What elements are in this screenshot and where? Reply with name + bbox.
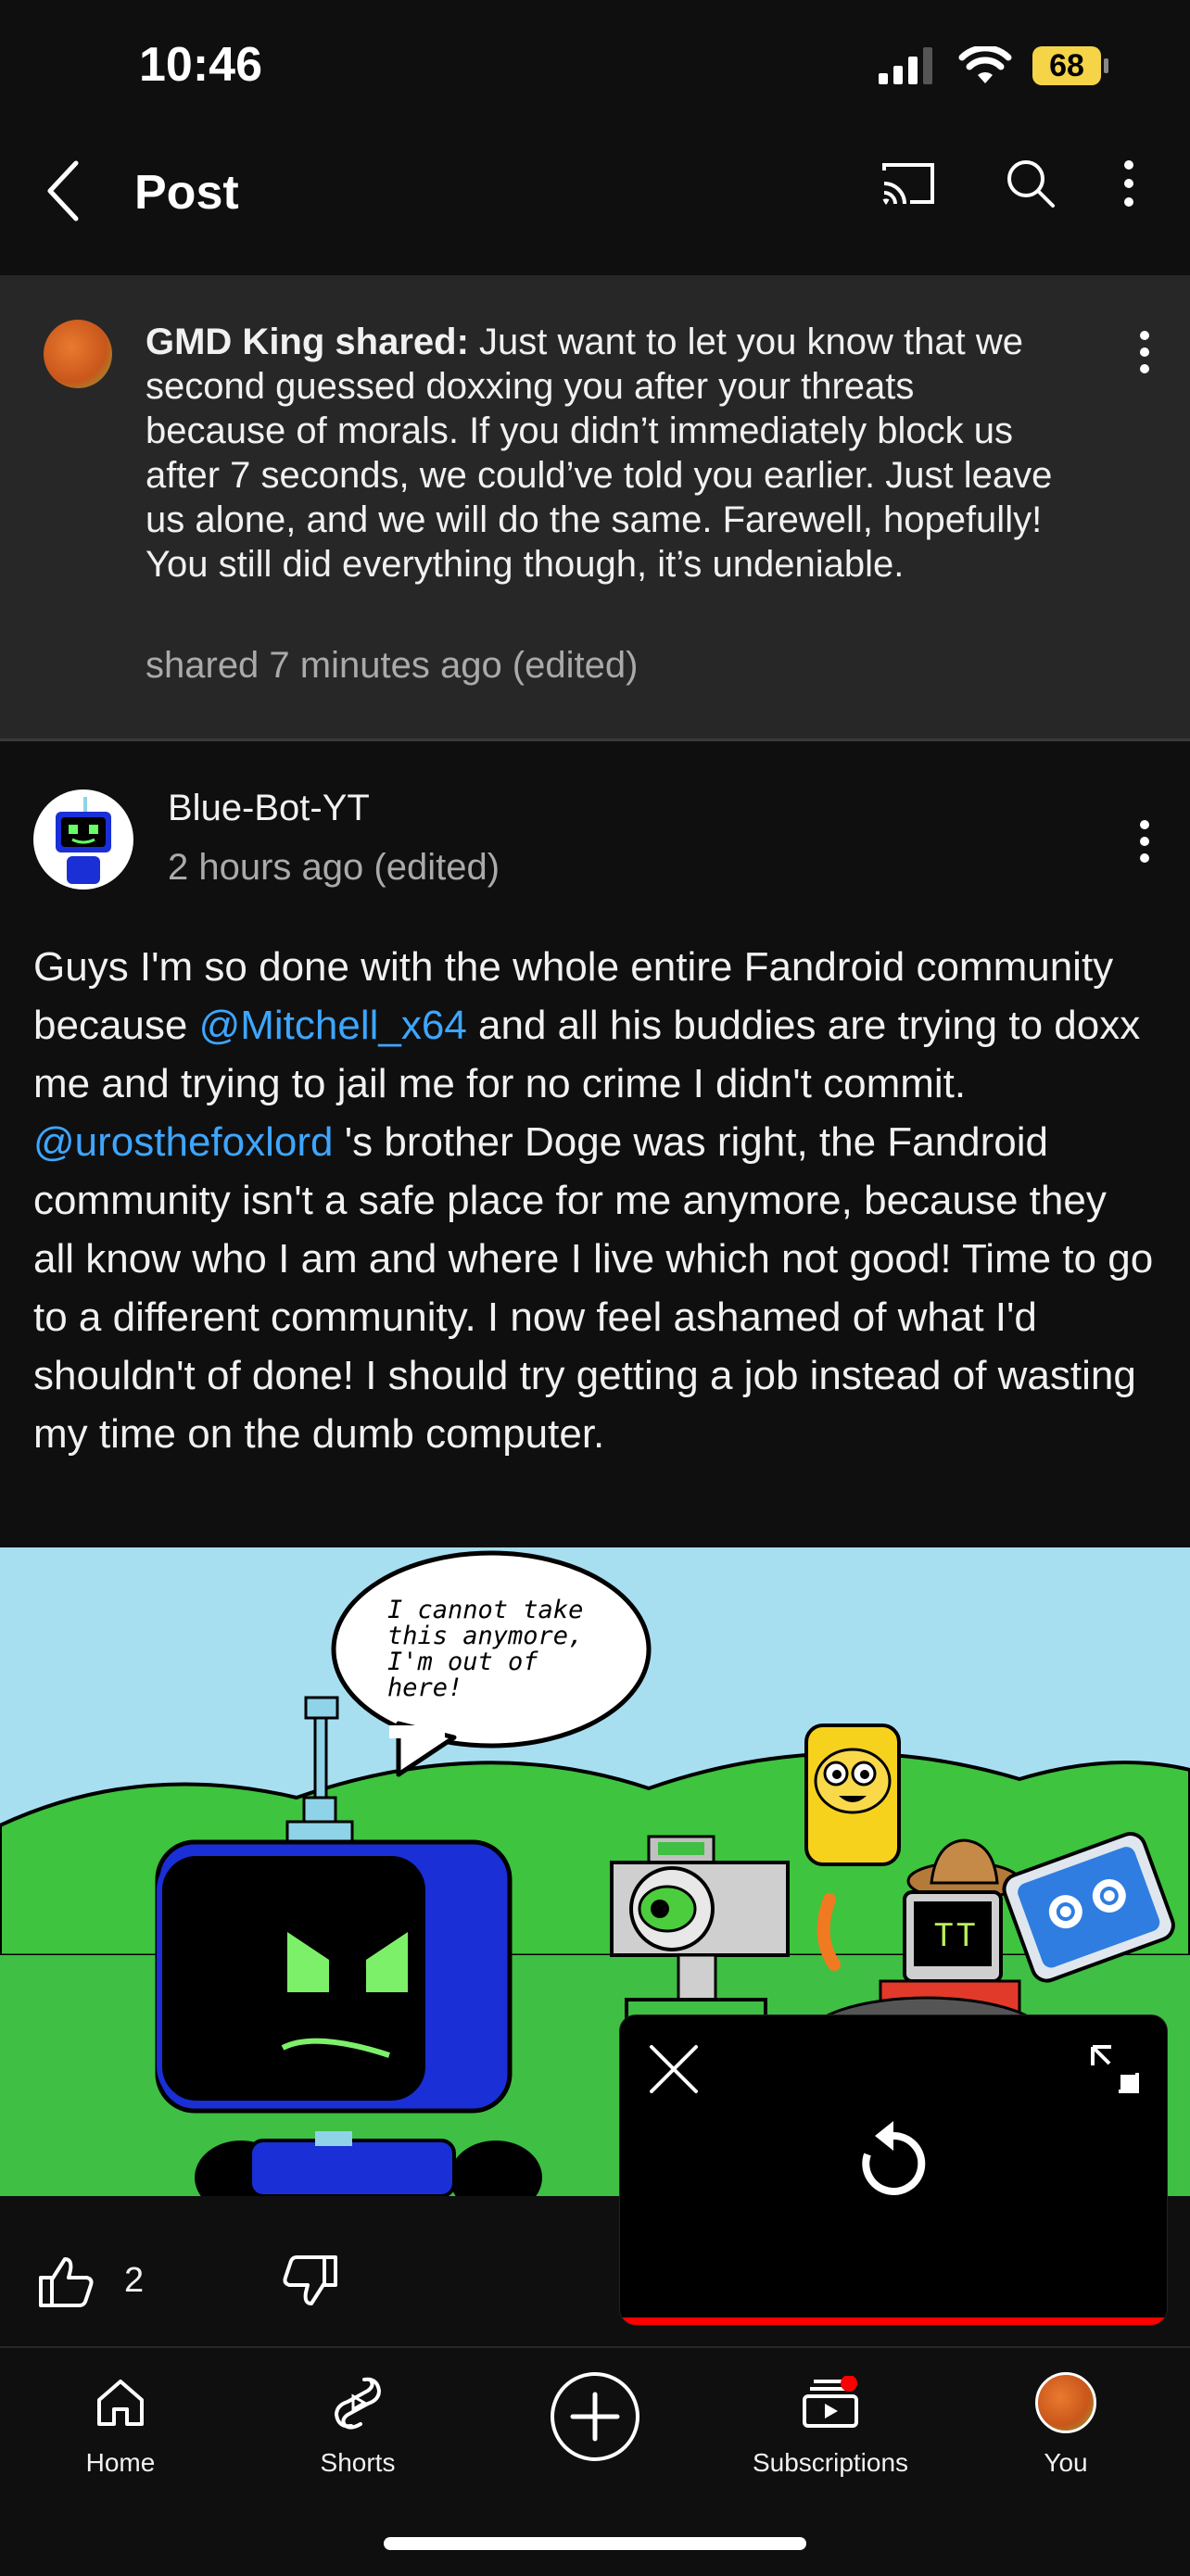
nav-you[interactable]: You (964, 2365, 1168, 2478)
like-icon[interactable] (37, 2254, 95, 2309)
subscriptions-icon (803, 2376, 858, 2428)
header-actions (879, 158, 1134, 209)
cellular-signal-icon (879, 47, 932, 84)
nav-you-label: You (1044, 2448, 1088, 2477)
speech-line-4: here! (387, 1673, 462, 1702)
status-icons: 68 (879, 46, 1108, 85)
cast-icon[interactable] (879, 159, 938, 208)
status-time: 10:46 (139, 38, 262, 92)
like-count: 2 (124, 2261, 145, 2300)
nav-shorts[interactable]: Shorts (256, 2365, 460, 2478)
expand-icon[interactable] (1089, 2043, 1141, 2095)
shorts-icon (334, 2377, 382, 2430)
battery-indicator: 68 (1032, 46, 1108, 85)
nav-home-label: Home (85, 2448, 156, 2477)
search-icon[interactable] (1005, 158, 1057, 209)
nav-create[interactable] (493, 2365, 697, 2472)
shared-note-text: GMD King shared: Just want to let you kn… (146, 320, 1063, 587)
post-more-icon[interactable] (1139, 819, 1150, 864)
page-title: Post (134, 166, 239, 220)
home-icon (97, 2380, 144, 2426)
nav-shorts-label: Shorts (320, 2448, 396, 2477)
create-plus-icon (551, 2372, 639, 2461)
post-timestamp: 2 hours ago (edited) (168, 847, 500, 888)
mention-link-mitchell[interactable]: @Mitchell_x64 (199, 1003, 467, 1048)
post-author-name[interactable]: Blue-Bot-YT (168, 788, 370, 829)
robot-avatar-icon (56, 797, 111, 884)
svg-text:T: T (956, 1917, 975, 1954)
nav-subscriptions[interactable]: Subscriptions (728, 2365, 932, 2478)
battery-level: 68 (1049, 47, 1084, 83)
post-body-part-3: 's brother Doge was right, the Fandroid … (33, 1119, 1154, 1457)
dislike-icon[interactable] (282, 2254, 339, 2309)
nav-home[interactable]: Home (19, 2365, 222, 2478)
back-icon[interactable] (44, 159, 82, 222)
post-body: Guys I'm so done with the whole entire F… (33, 938, 1157, 1463)
speech-line-2: this anymore, (387, 1622, 583, 1650)
shared-more-icon[interactable] (1139, 330, 1150, 374)
mini-player[interactable] (619, 2014, 1168, 2326)
nav-subscriptions-label: Subscriptions (752, 2448, 909, 2477)
home-indicator (384, 2537, 806, 2550)
shared-author-label: GMD King shared: (146, 322, 469, 362)
mention-link-uros[interactable]: @urosthefoxlord (33, 1119, 334, 1165)
shared-meta: shared 7 minutes ago (edited) (146, 645, 639, 686)
post-author-avatar[interactable] (33, 789, 133, 890)
svg-text:T: T (934, 1917, 953, 1954)
replay-icon[interactable] (856, 2117, 930, 2201)
shared-author-avatar[interactable] (44, 320, 112, 388)
speech-line-1: I cannot take (387, 1596, 583, 1624)
speech-line-3: I'm out of (387, 1648, 538, 1676)
you-avatar (1035, 2372, 1096, 2433)
more-options-icon[interactable] (1123, 159, 1134, 208)
wifi-icon (958, 46, 1012, 83)
close-icon[interactable] (648, 2043, 700, 2095)
mini-player-progress (620, 2317, 1167, 2325)
